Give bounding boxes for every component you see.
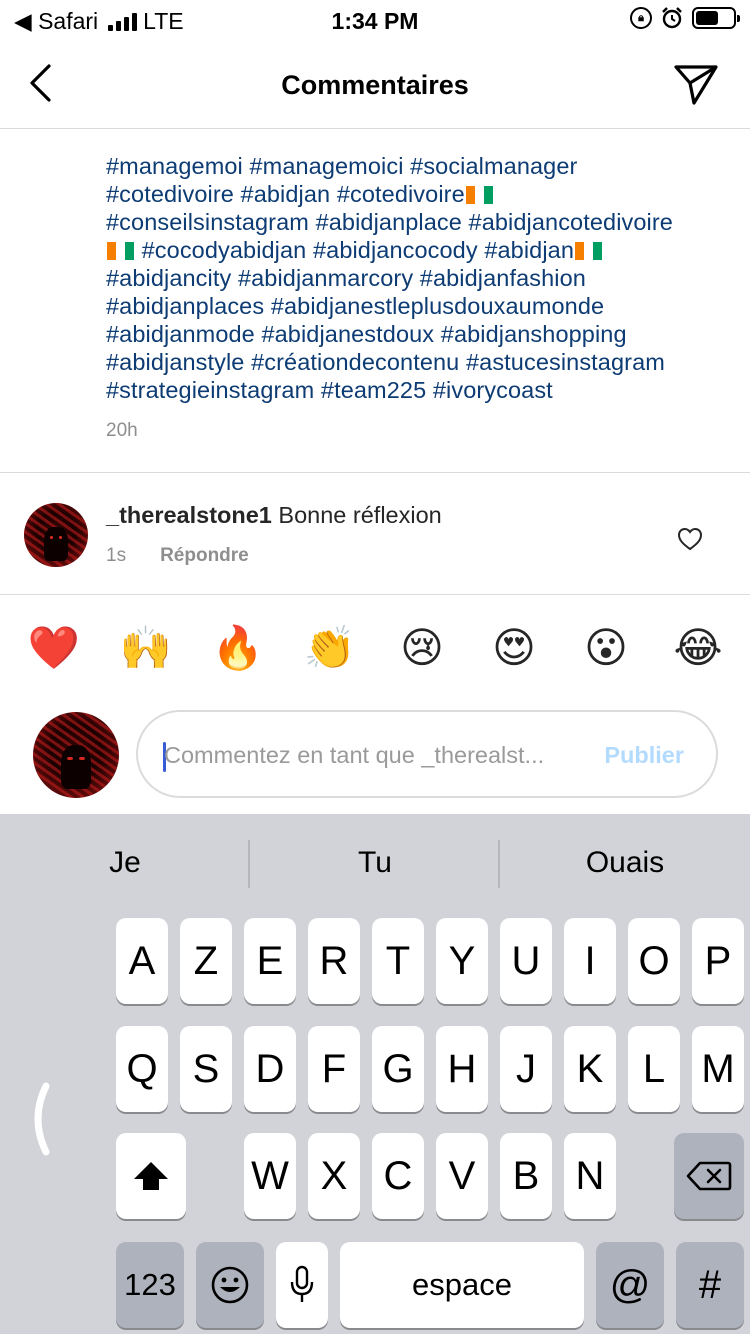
key-u[interactable]: U bbox=[500, 918, 552, 1004]
key-d[interactable]: D bbox=[244, 1026, 296, 1112]
shift-arrow-icon bbox=[134, 1162, 168, 1190]
comment-meta: 1s Répondre bbox=[106, 545, 249, 567]
commenter-avatar[interactable] bbox=[24, 503, 88, 567]
key-x[interactable]: X bbox=[308, 1133, 360, 1219]
emoji-crying[interactable]: 😢 bbox=[394, 620, 450, 676]
comments-header: Commentaires bbox=[0, 40, 750, 129]
page-title: Commentaires bbox=[281, 70, 469, 100]
emoji-laughing[interactable]: 😂 bbox=[670, 620, 726, 676]
caption-line[interactable]: #abidjanstyle #créationdecontenu #astuce… bbox=[106, 348, 736, 376]
status-bar: ◀ Safari LTE 1:34 PM 🔒︎ bbox=[0, 0, 750, 40]
emoji-heart-eyes[interactable]: 😍 bbox=[486, 620, 542, 676]
key-w[interactable]: W bbox=[244, 1133, 296, 1219]
emoji-key[interactable] bbox=[196, 1242, 264, 1328]
key-b[interactable]: B bbox=[500, 1133, 552, 1219]
key-n[interactable]: N bbox=[564, 1133, 616, 1219]
divider bbox=[0, 472, 750, 473]
dictation-key[interactable] bbox=[276, 1242, 328, 1328]
key-f[interactable]: F bbox=[308, 1026, 360, 1112]
key-y[interactable]: Y bbox=[436, 918, 488, 1004]
comment-text: _therealstone1 Bonne réflexion bbox=[106, 502, 442, 529]
space-key[interactable]: espace bbox=[340, 1242, 584, 1328]
caption-line[interactable]: #cocodyabidjan #abidjancocody #abidjan bbox=[106, 236, 736, 264]
key-l[interactable]: L bbox=[628, 1026, 680, 1112]
caption-line[interactable]: #cotedivoire #abidjan #cotedivoire bbox=[106, 180, 736, 208]
delete-icon bbox=[686, 1161, 732, 1191]
ivory-coast-flag-icon bbox=[574, 238, 602, 260]
emoji-surprised[interactable]: 😮 bbox=[578, 620, 634, 676]
like-heart-icon[interactable] bbox=[676, 525, 704, 553]
predictive-bar: Je Tu Ouais bbox=[0, 814, 750, 914]
comment-body: Bonne réflexion bbox=[278, 502, 442, 528]
post-caption: #managemoi #managemoici #socialmanager #… bbox=[106, 152, 736, 404]
shift-key[interactable] bbox=[116, 1133, 186, 1219]
caption-line[interactable]: #conseilsinstagram #abidjanplace #abidja… bbox=[106, 208, 736, 236]
battery-icon bbox=[692, 7, 740, 29]
key-r[interactable]: R bbox=[308, 918, 360, 1004]
key-h[interactable]: H bbox=[436, 1026, 488, 1112]
emoji-heart[interactable]: ❤️ bbox=[26, 620, 82, 676]
key-i[interactable]: I bbox=[564, 918, 616, 1004]
key-p[interactable]: P bbox=[692, 918, 744, 1004]
key-e[interactable]: E bbox=[244, 918, 296, 1004]
keyboard-shift-left-icon[interactable] bbox=[24, 1082, 54, 1156]
emoji-clap[interactable]: 👏 bbox=[302, 620, 358, 676]
divider bbox=[0, 594, 750, 595]
emoji-fire[interactable]: 🔥 bbox=[210, 620, 266, 676]
comment-input-placeholder: Commentez en tant que _therealst... bbox=[164, 742, 545, 768]
reply-button[interactable]: Répondre bbox=[160, 545, 249, 567]
caption-line[interactable]: #managemoi #managemoici #socialmanager bbox=[106, 152, 736, 180]
caption-line[interactable]: #abidjanplaces #abidjanestleplusdouxaumo… bbox=[106, 292, 736, 320]
caption-line[interactable]: #strategieinstagram #team225 #ivorycoast bbox=[106, 376, 736, 404]
quick-emoji-bar: ❤️ 🙌 🔥 👏 😢 😍 😮 😂 bbox=[0, 620, 750, 676]
ivory-coast-flag-icon bbox=[465, 182, 493, 204]
emoji-face-icon bbox=[211, 1266, 249, 1304]
comment-input[interactable]: Commentez en tant que _therealst... Publ… bbox=[136, 710, 718, 798]
suggestion-1[interactable]: Je bbox=[0, 846, 250, 880]
key-o[interactable]: O bbox=[628, 918, 680, 1004]
current-user-avatar bbox=[33, 712, 119, 798]
suggestion-3[interactable]: Ouais bbox=[500, 846, 750, 880]
caption-line[interactable]: #abidjanmode #abidjanestdoux #abidjansho… bbox=[106, 320, 736, 348]
key-k[interactable]: K bbox=[564, 1026, 616, 1112]
status-right: 🔒︎ bbox=[630, 6, 740, 30]
hash-key[interactable]: # bbox=[676, 1242, 744, 1328]
ivory-coast-flag-icon bbox=[107, 238, 134, 260]
key-m[interactable]: M bbox=[692, 1026, 744, 1112]
publish-button[interactable]: Publier bbox=[604, 742, 684, 769]
comment-username[interactable]: _therealstone1 bbox=[106, 502, 272, 528]
key-v[interactable]: V bbox=[436, 1133, 488, 1219]
orientation-lock-icon: 🔒︎ bbox=[630, 7, 652, 29]
key-t[interactable]: T bbox=[372, 918, 424, 1004]
numbers-key[interactable]: 123 bbox=[116, 1242, 184, 1328]
direct-send-icon[interactable] bbox=[672, 62, 720, 108]
alarm-icon bbox=[662, 7, 682, 29]
emoji-raising-hands[interactable]: 🙌 bbox=[118, 620, 174, 676]
key-a[interactable]: A bbox=[116, 918, 168, 1004]
microphone-icon bbox=[290, 1265, 314, 1302]
key-q[interactable]: Q bbox=[116, 1026, 168, 1112]
caption-timestamp: 20h bbox=[106, 420, 138, 441]
backspace-key[interactable] bbox=[674, 1133, 744, 1219]
key-z[interactable]: Z bbox=[180, 918, 232, 1004]
key-c[interactable]: C bbox=[372, 1133, 424, 1219]
key-s[interactable]: S bbox=[180, 1026, 232, 1112]
suggestion-2[interactable]: Tu bbox=[250, 846, 500, 880]
key-j[interactable]: J bbox=[500, 1026, 552, 1112]
comment-time: 1s bbox=[106, 545, 127, 566]
at-key[interactable]: @ bbox=[596, 1242, 664, 1328]
caption-line[interactable]: #abidjancity #abidjanmarcory #abidjanfas… bbox=[106, 264, 736, 292]
key-g[interactable]: G bbox=[372, 1026, 424, 1112]
